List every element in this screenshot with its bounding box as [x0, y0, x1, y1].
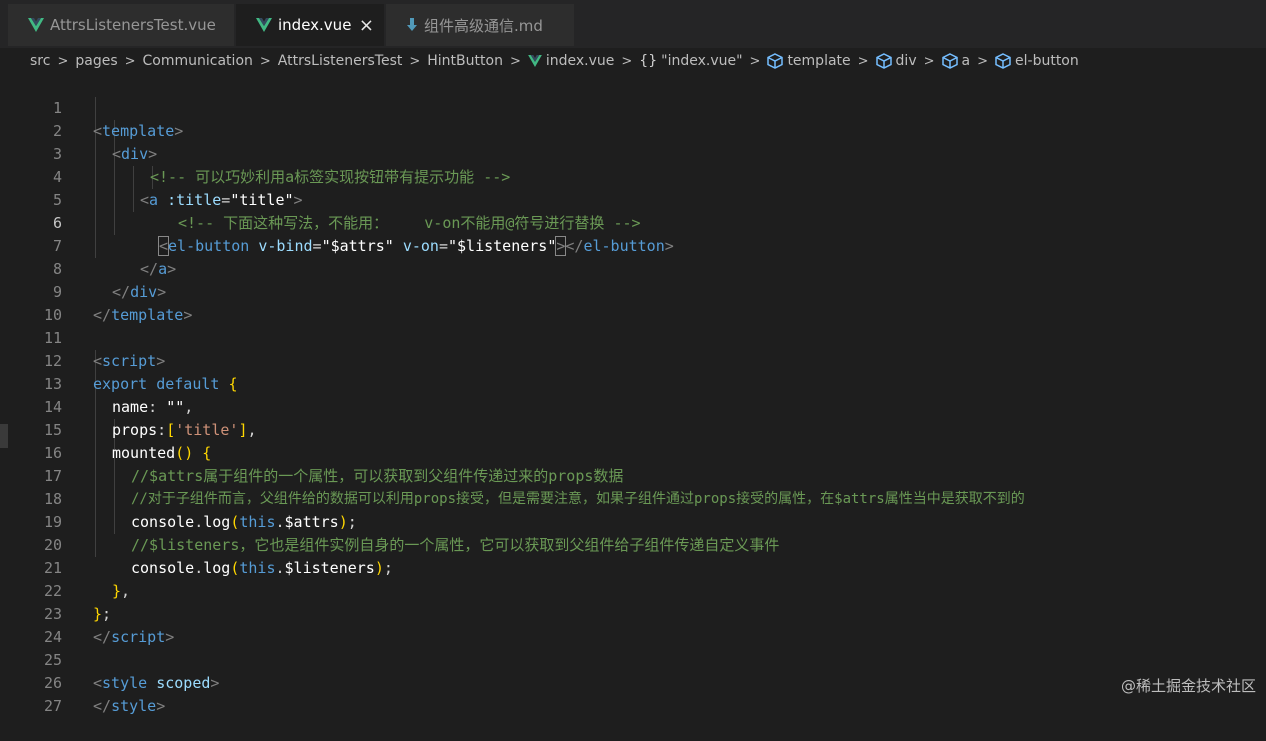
cube-icon [941, 53, 958, 69]
vue-icon [28, 18, 44, 32]
tab-label: AttrsListenersTest.vue [50, 16, 216, 34]
chevron-right-icon: > [923, 53, 935, 69]
vue-icon [256, 18, 272, 32]
breadcrumb-node[interactable]: a [962, 53, 971, 69]
chevron-right-icon: > [409, 53, 421, 69]
breadcrumb-node[interactable]: div [896, 53, 917, 69]
code-editor[interactable]: 1 <template> 2 <div> 3 <!-- 可以巧妙利用a标签实现按… [0, 74, 1266, 715]
chevron-right-icon: > [259, 53, 271, 69]
chevron-right-icon: > [124, 53, 136, 69]
code-line[interactable]: 4 <a :title="title"> [0, 143, 1266, 209]
code-line[interactable]: 21 }, [0, 534, 1266, 600]
chevron-right-icon: > [509, 53, 521, 69]
code-line[interactable]: 24 [0, 603, 1266, 646]
breadcrumb-node[interactable]: el-button [1015, 53, 1079, 69]
code-line[interactable]: 23 </script> [0, 580, 1266, 646]
markdown-icon [406, 18, 418, 32]
breadcrumb-item[interactable]: HintButton [427, 53, 503, 69]
editor-tab-bar: AttrsListenersTest.vue index.vue × 组件高级通… [0, 0, 1266, 49]
code-line[interactable]: 26 </style> [0, 649, 1266, 715]
cube-icon [767, 53, 784, 69]
code-line[interactable]: 18 console.log(this.$attrs); [0, 465, 1266, 531]
code-line[interactable]: 11 <script> [0, 304, 1266, 370]
breadcrumb-item[interactable]: AttrsListenersTest [278, 53, 403, 69]
breadcrumb-item[interactable]: pages [75, 53, 117, 69]
code-line-current[interactable]: 6 <el-button v-bind="$attrs" v-on="$list… [0, 189, 1266, 256]
code-line[interactable]: 1 <template> [0, 74, 1266, 140]
code-line[interactable]: 20 console.log(this.$listeners); [0, 511, 1266, 577]
tab-label: index.vue [278, 16, 352, 34]
code-line[interactable]: 13 name: "", [0, 350, 1266, 416]
code-line[interactable]: 16 //$attrs属于组件的一个属性，可以获取到父组件传递过来的props数… [0, 419, 1266, 485]
tab-label: 组件高级通信.md [424, 16, 543, 35]
code-line[interactable]: 7 </a> [0, 212, 1266, 278]
breadcrumb-item[interactable]: Communication [143, 53, 253, 69]
code-line[interactable]: 3 <!-- 可以巧妙利用a标签实现按钮带有提示功能 --> [0, 120, 1266, 186]
breadcrumb-item[interactable]: src [30, 53, 50, 69]
vue-icon [528, 55, 542, 67]
code-line[interactable]: 19 //$listeners，它也是组件实例自身的一个属性，它可以获取到父组件… [0, 488, 1266, 554]
close-icon[interactable]: × [359, 15, 374, 36]
code-line[interactable]: 17 //对于子组件而言，父组件给的数据可以利用props接受，但是需要注意，如… [0, 442, 1266, 507]
code-line[interactable]: 8 </div> [0, 235, 1266, 301]
tab-index-vue[interactable]: index.vue × [236, 4, 384, 46]
code-line[interactable]: 10 [0, 281, 1266, 324]
code-line[interactable]: 9 </template> [0, 258, 1266, 324]
code-line[interactable]: 2 <div> [0, 97, 1266, 163]
code-line[interactable]: 27 [0, 672, 1266, 715]
chevron-right-icon: > [977, 53, 989, 69]
code-line[interactable]: 5 <!-- 下面这种写法，不能用： v-on不能用@符号进行替换 --> [0, 166, 1266, 232]
watermark: @稀土掘金技术社区 [1120, 677, 1256, 695]
code-line[interactable]: 22 }; [0, 557, 1266, 623]
line-number: 27 [43, 697, 62, 715]
tab-markdown[interactable]: 组件高级通信.md [386, 4, 574, 46]
breadcrumb-node[interactable]: template [787, 53, 850, 69]
code-line[interactable]: 12 export default { [0, 327, 1266, 393]
cube-icon [875, 53, 892, 69]
tab-attrslistenerstest[interactable]: AttrsListenersTest.vue [8, 4, 234, 46]
code-line[interactable]: 15 mounted() { [0, 396, 1266, 462]
breadcrumb-file[interactable]: index.vue [546, 53, 615, 69]
chevron-right-icon: > [57, 53, 69, 69]
cube-icon [995, 53, 1011, 69]
chevron-right-icon: > [857, 53, 869, 69]
code-line[interactable]: 14 props:['title'], [0, 373, 1266, 439]
breadcrumb-symbol[interactable]: "index.vue" [661, 53, 742, 69]
chevron-right-icon: > [621, 53, 633, 69]
breadcrumb: src > pages > Communication > AttrsListe… [0, 48, 1266, 74]
braces-icon: {} [639, 53, 658, 69]
chevron-right-icon: > [749, 53, 761, 69]
code-line[interactable]: 25 <style scoped> [0, 626, 1266, 692]
